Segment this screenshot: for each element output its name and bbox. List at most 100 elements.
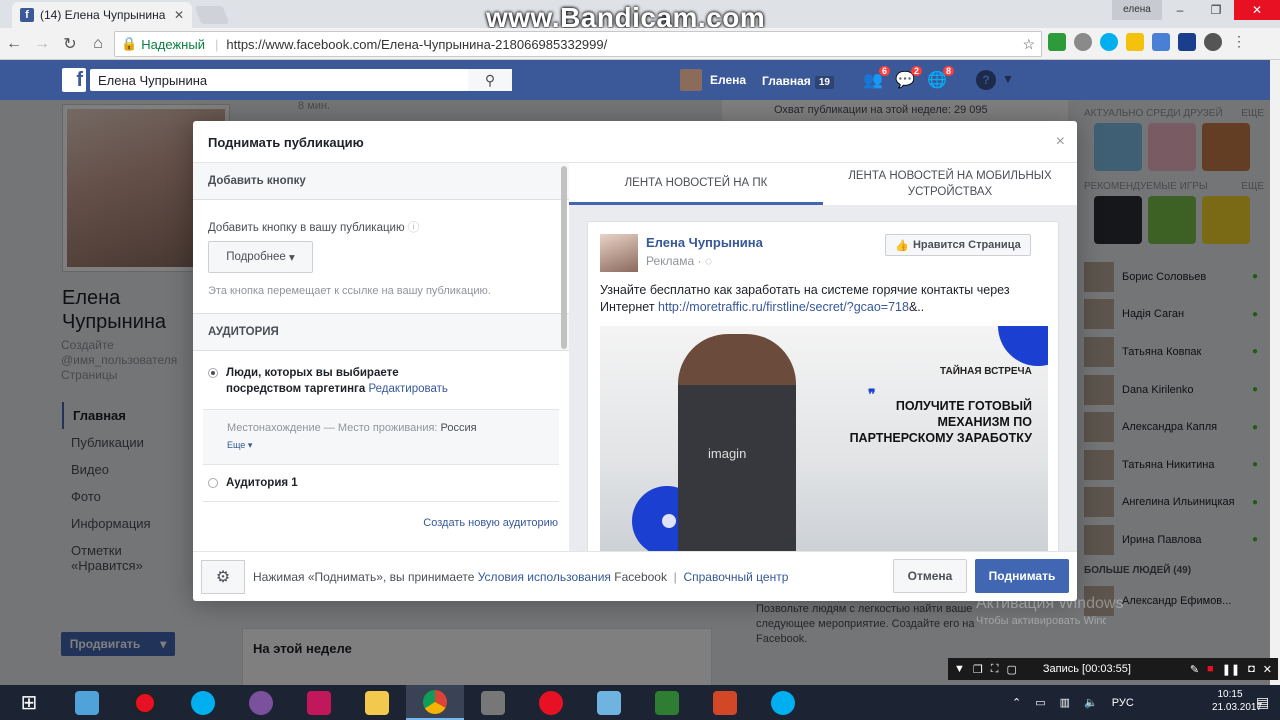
extension-icon[interactable] [1126, 33, 1144, 51]
taskbar-app[interactable] [464, 685, 522, 720]
taskbar-app-chrome[interactable] [406, 685, 464, 720]
boost-settings-panel: Добавить кнопку Добавить кнопку в вашу п… [193, 163, 569, 551]
more-link[interactable]: Еще ▾ [227, 440, 535, 451]
tab-mobile-feed[interactable]: ЛЕНТА НОВОСТЕЙ НА МОБИЛЬНЫХ УСТРОЙСТВАХ [823, 163, 1077, 205]
extension-icon[interactable] [1074, 33, 1092, 51]
tray-expand-icon[interactable]: ⌃ [1012, 696, 1021, 709]
page-scrollbar[interactable] [1270, 60, 1280, 685]
button-hint: Эта кнопка перемещает к ссылке на вашу п… [208, 285, 491, 297]
taskbar-app-paint[interactable] [580, 685, 638, 720]
camera-app-icon [307, 690, 331, 715]
taskbar-app-powerpoint[interactable] [696, 685, 754, 720]
radio-unselected[interactable] [208, 478, 218, 488]
sponsored-label: Реклама · ◌ [646, 254, 712, 268]
bandicam-recording-bar: ▼ ❐ ⛶ ▢ Запись [00:03:55] ✎ ■ ❚❚ ◘ ✕ [948, 658, 1278, 680]
cancel-button[interactable]: Отмена [893, 559, 967, 593]
extension-icon[interactable] [1048, 33, 1066, 51]
boost-button[interactable]: Поднимать [975, 559, 1069, 593]
avatar [600, 234, 638, 272]
collapse-icon[interactable]: ▼ [954, 663, 965, 675]
pen-icon[interactable]: ✎ [1190, 663, 1199, 676]
like-page-button[interactable]: 👍 Нравится Страница [885, 234, 1031, 256]
taskbar-app-opera[interactable] [522, 685, 580, 720]
ad-image[interactable]: imagin ТАЙНАЯ ВСТРЕЧА ❞ ПОЛУЧИТЕ ГОТОВЫЙ… [600, 326, 1048, 551]
keyboard-language[interactable]: РУС [1112, 697, 1134, 709]
close-icon[interactable]: ✕ [1263, 663, 1272, 676]
header-profile-link[interactable]: Елена [680, 69, 746, 91]
pause-icon[interactable]: ❚❚ [1222, 663, 1240, 676]
back-icon[interactable]: ← [0, 35, 28, 53]
header-home-link[interactable]: Главная 19 [762, 74, 834, 89]
home-icon[interactable]: ⌂ [84, 35, 112, 53]
window-user[interactable]: елена [1112, 0, 1162, 20]
forward-icon[interactable]: → [28, 35, 56, 53]
close-icon[interactable]: × [1056, 133, 1065, 151]
terms-link[interactable]: Условия использования [478, 570, 611, 584]
tab-desktop-feed[interactable]: ЛЕНТА НОВОСТЕЙ НА ПК [569, 163, 823, 205]
messages-icon[interactable]: 💬 2 [894, 66, 922, 90]
start-button[interactable]: ⊞ [0, 685, 58, 720]
tab-close-icon[interactable]: ✕ [174, 8, 184, 22]
taskbar-clock[interactable]: 10:15 21.03.2017 [1212, 688, 1262, 714]
battery-icon[interactable]: ▭ [1035, 696, 1045, 709]
search-icon[interactable]: ⚲ [468, 69, 512, 91]
create-audience-link[interactable]: Создать новую аудиторию [423, 517, 558, 529]
browser-tab[interactable]: f (14) Елена Чупрынина ✕ [12, 2, 192, 28]
stop-record-icon[interactable]: ■ [1207, 663, 1214, 675]
network-icon[interactable]: ▥ [1060, 696, 1070, 709]
gear-icon[interactable]: ⚙ [201, 559, 245, 594]
taskbar-app-viber[interactable] [232, 685, 290, 720]
record-icon [133, 690, 157, 715]
taskbar-app-skype[interactable] [174, 685, 232, 720]
extension-icon[interactable] [1152, 33, 1170, 51]
camera-icon[interactable]: ◘ [1248, 663, 1255, 675]
audience-option-saved[interactable]: Аудитория 1 [208, 477, 298, 489]
settings-scrollbar[interactable] [561, 166, 567, 349]
account-menu-icon[interactable]: ▼ [1002, 72, 1014, 86]
info-icon[interactable]: ⓘ [408, 222, 420, 234]
notifications-center-icon[interactable]: ▤ [1256, 694, 1269, 711]
avatar [680, 69, 702, 91]
volume-icon[interactable]: 🔈 [1084, 696, 1098, 709]
close-window-icon[interactable]: ✕ [1234, 0, 1280, 20]
window-mode-icon[interactable]: ❐ [973, 663, 983, 676]
edit-audience-link[interactable]: Редактировать [368, 383, 447, 395]
dialog-title: Поднимать публикацию [193, 121, 1077, 163]
radio-selected[interactable] [208, 368, 218, 378]
taskbar-app-bandicam[interactable] [116, 685, 174, 720]
taskbar-app[interactable] [58, 685, 116, 720]
notifications-icon[interactable]: 🌐 8 [926, 66, 954, 90]
windows-logo-icon: ⊞ [20, 692, 38, 714]
thumbs-up-icon: 👍 [895, 239, 909, 252]
menu-icon[interactable]: ⋮ [1230, 33, 1248, 51]
targeting-summary: Местонахождение — Место проживания: Росс… [203, 409, 559, 465]
post-link[interactable]: http://moretraffic.ru/firstline/secret/?… [658, 300, 909, 314]
fullscreen-icon[interactable]: ⛶ [991, 663, 999, 676]
extension-icon[interactable] [1204, 33, 1222, 51]
help-icon[interactable]: ? [976, 70, 996, 90]
reload-icon[interactable]: ↻ [56, 34, 84, 54]
home-count: 19 [814, 76, 834, 89]
bookmark-star-icon[interactable]: ☆ [1022, 36, 1035, 53]
bookmark-extension-icon[interactable] [1178, 33, 1196, 51]
taskbar-app-skype[interactable] [754, 685, 812, 720]
help-center-link[interactable]: Справочный центр [683, 570, 788, 584]
friend-requests-icon[interactable]: 👥 6 [862, 66, 890, 90]
cta-button-dropdown[interactable]: Подробнее ▾ [208, 241, 313, 273]
taskbar-app-calculator[interactable] [638, 685, 696, 720]
taskbar-app[interactable] [290, 685, 348, 720]
audience-option-targeting[interactable]: Люди, которых вы выбираете посредством т… [208, 365, 558, 397]
address-bar[interactable]: 🔒 Надежный | https://www.facebook.com/Ел… [114, 31, 1042, 57]
facebook-logo-icon[interactable]: f [62, 68, 86, 92]
skype-extension-icon[interactable] [1100, 33, 1118, 51]
search-input[interactable]: Елена Чупрынина ⚲ [90, 69, 512, 91]
paint-icon [597, 690, 621, 715]
minimize-icon[interactable]: – [1162, 0, 1198, 20]
taskbar-app-explorer[interactable] [348, 685, 406, 720]
maximize-icon[interactable]: ❐ [1198, 0, 1234, 20]
url-text: https://www.facebook.com/Елена-Чупрынина… [226, 36, 608, 52]
search-value: Елена Чупрынина [98, 72, 208, 88]
add-button-label: Добавить кнопку в вашу публикацию [208, 222, 405, 234]
chevron-down-icon: ▾ [289, 252, 295, 264]
region-icon[interactable]: ▢ [1006, 663, 1016, 676]
